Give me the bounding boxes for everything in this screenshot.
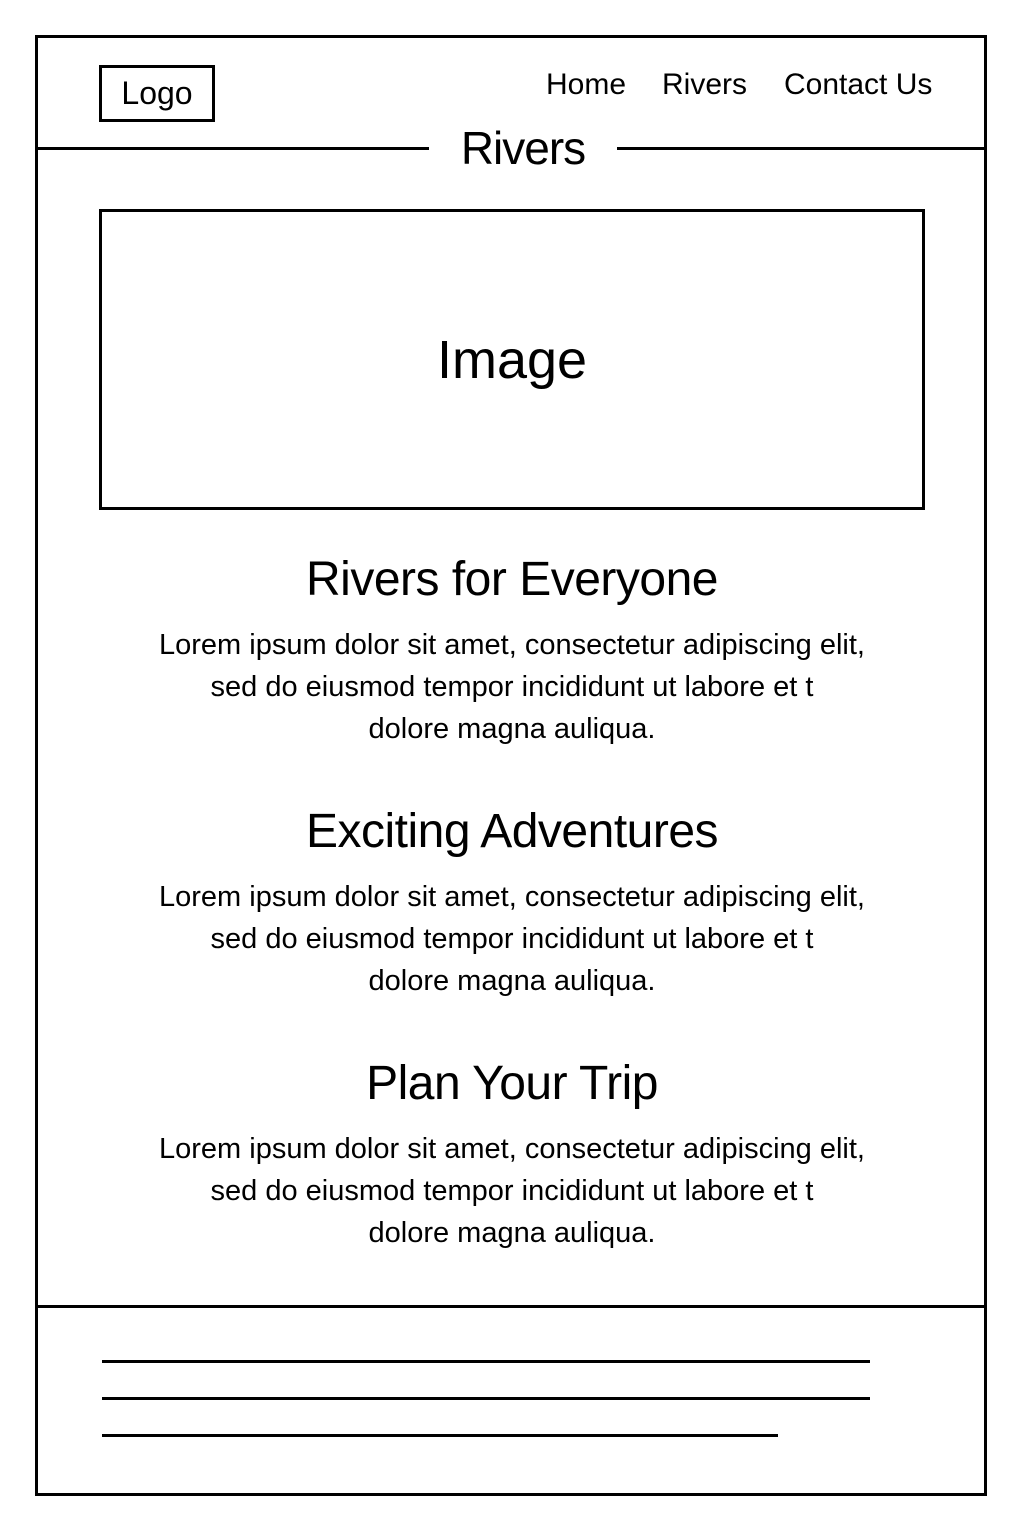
logo-label: Logo — [121, 75, 193, 111]
nav-link-contact-us[interactable]: Contact Us — [784, 68, 932, 102]
footer-text-placeholder-line — [102, 1434, 778, 1437]
header-divider-right — [617, 147, 987, 150]
section-plan-your-trip: Plan Your Trip Lorem ipsum dolor sit ame… — [90, 1054, 934, 1254]
section-body: Lorem ipsum dolor sit amet, consectetur … — [159, 1133, 865, 1249]
section-rivers-for-everyone: Rivers for Everyone Lorem ipsum dolor si… — [90, 550, 934, 750]
image-placeholder-label: Image — [436, 329, 588, 390]
section-heading: Exciting Adventures — [305, 805, 719, 858]
nav-link-rivers[interactable]: Rivers — [662, 68, 747, 102]
header-divider-left — [35, 147, 429, 150]
logo[interactable]: Logo — [99, 65, 215, 122]
footer-text-placeholder-line — [102, 1360, 870, 1363]
hero-image-placeholder: Image — [99, 209, 925, 510]
main-nav: Home Rivers Contact Us — [520, 68, 950, 108]
nav-link-home[interactable]: Home — [546, 68, 626, 102]
section-heading: Rivers for Everyone — [306, 553, 718, 606]
footer-text-placeholder-line — [102, 1397, 870, 1400]
page-title: Rivers — [460, 122, 586, 174]
section-heading: Plan Your Trip — [366, 1057, 658, 1110]
section-body: Lorem ipsum dolor sit amet, consectetur … — [159, 881, 865, 997]
section-body: Lorem ipsum dolor sit amet, consectetur … — [159, 629, 865, 745]
footer-divider — [35, 1305, 987, 1308]
section-exciting-adventures: Exciting Adventures Lorem ipsum dolor si… — [90, 802, 934, 1002]
